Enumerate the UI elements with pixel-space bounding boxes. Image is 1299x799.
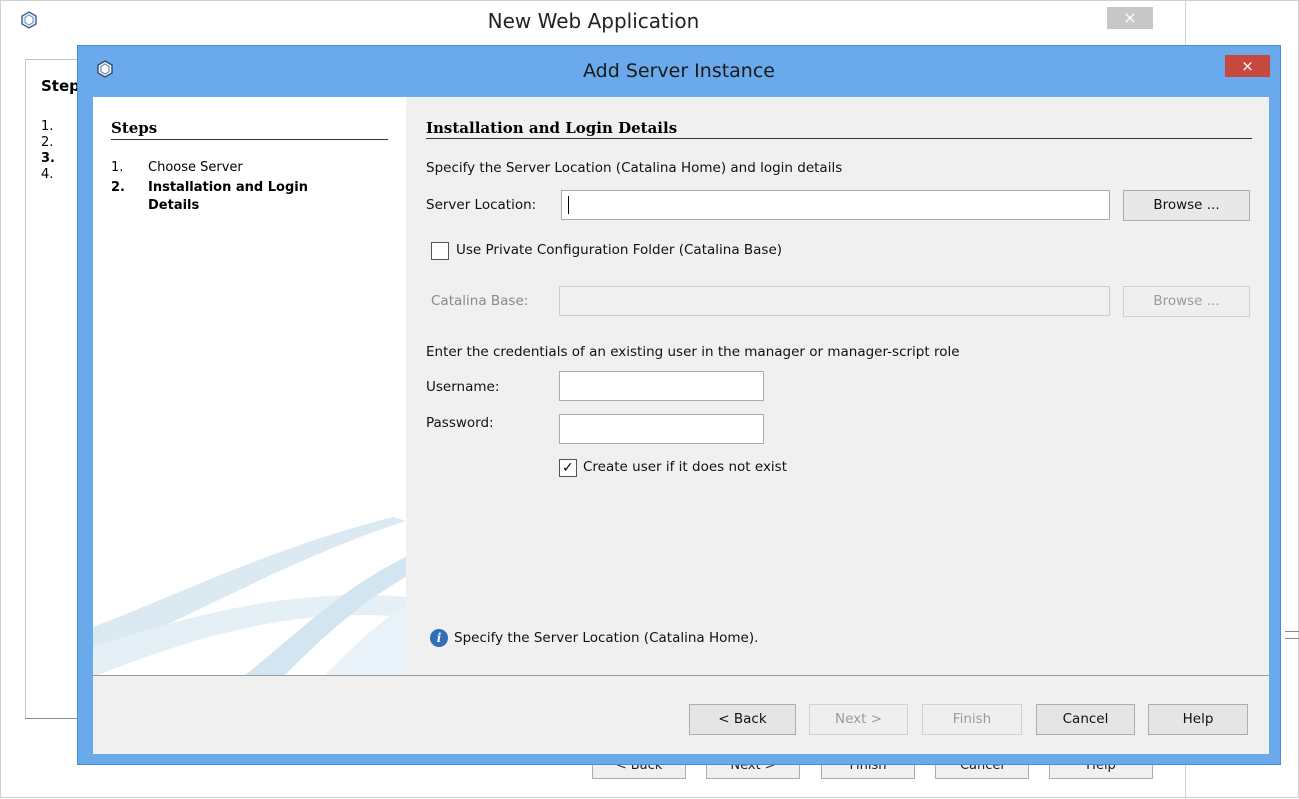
background-window-title: New Web Application xyxy=(487,9,700,33)
decorative-swoosh-graphic xyxy=(93,517,406,675)
divider xyxy=(25,59,26,719)
step-number: 1. xyxy=(111,160,124,175)
divider xyxy=(111,139,388,140)
divider xyxy=(1285,638,1299,639)
server-location-label: Server Location: xyxy=(426,197,537,213)
username-input[interactable] xyxy=(559,371,764,401)
background-step: 4. xyxy=(41,167,54,182)
help-button[interactable]: Help xyxy=(1148,704,1248,735)
password-label: Password: xyxy=(426,415,494,431)
create-user-label: Create user if it does not exist xyxy=(583,459,788,475)
text-caret xyxy=(568,196,569,214)
checkmark-icon: ✓ xyxy=(562,460,574,476)
intro-text: Specify the Server Location (Catalina Ho… xyxy=(426,160,843,176)
background-step: 3. xyxy=(41,151,55,166)
background-steps-title: Step xyxy=(41,77,80,95)
create-user-checkbox[interactable]: ✓ xyxy=(559,459,577,477)
catalina-base-input[interactable] xyxy=(559,286,1110,316)
add-server-instance-dialog: Add Server Instance × Steps 1. Choose Se… xyxy=(77,45,1281,765)
server-location-input[interactable] xyxy=(561,190,1110,220)
password-input[interactable] xyxy=(559,414,764,444)
steps-title: Steps xyxy=(111,119,158,137)
dialog-title: Add Server Instance xyxy=(583,60,775,82)
private-config-checkbox[interactable] xyxy=(431,242,449,260)
divider xyxy=(1285,631,1299,632)
divider xyxy=(93,675,1269,676)
steps-panel: Steps 1. Choose Server 2. Installation a… xyxy=(93,97,406,675)
section-title: Installation and Login Details xyxy=(426,119,678,137)
divider xyxy=(426,138,1252,139)
step-number: 2. xyxy=(111,180,125,195)
next-button[interactable]: Next > xyxy=(809,704,908,735)
dialog-body: Steps 1. Choose Server 2. Installation a… xyxy=(93,97,1269,754)
back-button[interactable]: < Back xyxy=(689,704,796,735)
username-label: Username: xyxy=(426,379,500,395)
cancel-button[interactable]: Cancel xyxy=(1036,704,1135,735)
step-installation-login-details: Installation and Login Details xyxy=(148,180,308,213)
background-step: 1. xyxy=(41,119,54,134)
background-close-button[interactable]: × xyxy=(1107,7,1153,29)
background-titlebar: New Web Application xyxy=(1,1,1186,45)
finish-button[interactable]: Finish xyxy=(922,704,1022,735)
browse-catalina-base-button[interactable]: Browse ... xyxy=(1123,286,1250,317)
private-config-label: Use Private Configuration Folder (Catali… xyxy=(456,242,783,258)
info-message: Specify the Server Location (Catalina Ho… xyxy=(454,630,759,646)
browse-button[interactable]: Browse ... xyxy=(1123,190,1250,221)
credentials-text: Enter the credentials of an existing use… xyxy=(426,344,960,360)
background-step: 2. xyxy=(41,135,54,150)
catalina-base-label: Catalina Base: xyxy=(431,293,529,309)
step-choose-server: Choose Server xyxy=(148,160,243,175)
dialog-close-button[interactable]: × xyxy=(1225,55,1270,77)
info-icon: i xyxy=(430,629,448,647)
